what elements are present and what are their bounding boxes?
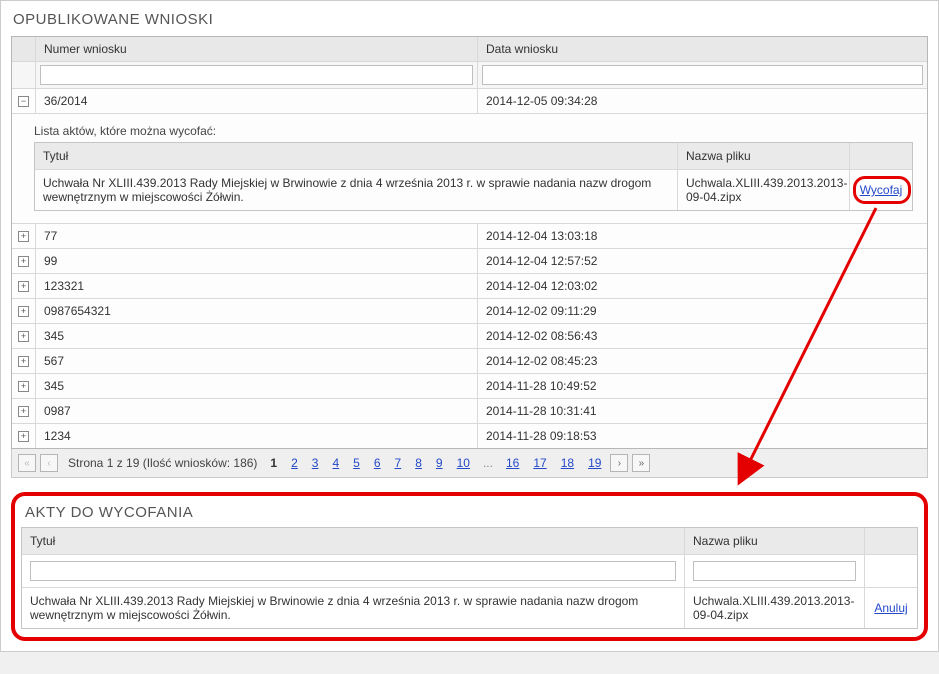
filter-expand-spacer [12,62,36,88]
detail-cell-tytul: Uchwała Nr XLIII.439.2013 Rady Miejskiej… [35,170,678,210]
detail-data-row: Uchwała Nr XLIII.439.2013 Rady Miejskiej… [35,170,912,210]
detail-header-row: Tytuł Nazwa pliku [35,143,912,170]
collapse-icon[interactable]: − [18,96,29,107]
withdraw-header-action [865,528,917,554]
published-filter-row [12,62,927,89]
cell-date: 2014-12-04 12:03:02 [478,274,927,298]
pager-page[interactable]: 8 [410,456,427,470]
pager-page[interactable]: 10 [452,456,475,470]
expand-icon[interactable]: + [18,431,29,442]
cell-num: 0987654321 [36,299,478,323]
table-row[interactable]: − 36/2014 2014-12-05 09:34:28 [12,89,927,114]
anuluj-link[interactable]: Anuluj [874,601,907,615]
pager-page[interactable]: 9 [431,456,448,470]
expand-icon[interactable]: + [18,381,29,392]
withdraw-header-tytul[interactable]: Tytuł [22,528,685,554]
withdraw-filter-row [22,555,917,588]
table-row[interactable]: + 1234 2014-11-28 09:18:53 [12,424,927,448]
table-row[interactable]: + 567 2014-12-02 08:45:23 [12,349,927,374]
pager-status: Strona 1 z 19 (Ilość wniosków: 186) [68,456,257,470]
col-header-date[interactable]: Data wniosku [478,37,927,61]
expand-icon[interactable]: + [18,406,29,417]
table-row[interactable]: + 123321 2014-12-04 12:03:02 [12,274,927,299]
expand-icon[interactable]: + [18,231,29,242]
pager-page[interactable]: 3 [307,456,324,470]
pager-page[interactable]: 18 [556,456,579,470]
cell-num: 99 [36,249,478,273]
filter-num-input[interactable] [40,65,473,85]
table-row[interactable]: + 345 2014-12-02 08:56:43 [12,324,927,349]
detail-header-tytul[interactable]: Tytuł [35,143,678,169]
cell-num: 1234 [36,424,478,448]
withdraw-header-plik[interactable]: Nazwa pliku [685,528,865,554]
detail-cell-plik: Uchwala.XLIII.439.2013.2013-09-04.zipx [678,170,850,210]
cell-num: 123321 [36,274,478,298]
pager-page[interactable]: 16 [501,456,524,470]
withdraw-title: AKTY DO WYCOFANIA [21,500,918,527]
cell-date: 2014-11-28 09:18:53 [478,424,927,448]
col-header-expand [12,37,36,61]
detail-header-action [850,143,912,169]
withdraw-data-row: Uchwała Nr XLIII.439.2013 Rady Miejskiej… [22,588,917,628]
pager-page[interactable]: 7 [390,456,407,470]
withdraw-cell-tytul: Uchwała Nr XLIII.439.2013 Rady Miejskiej… [22,588,685,628]
wycofaj-link[interactable]: Wycofaj [860,183,903,197]
cell-num: 345 [36,324,478,348]
cell-date: 2014-11-28 10:49:52 [478,374,927,398]
expand-icon[interactable]: + [18,306,29,317]
cell-date: 2014-12-02 08:45:23 [478,349,927,373]
pager-ellipsis: ... [479,456,497,470]
published-title: OPUBLIKOWANE WNIOSKI [11,1,928,36]
pager-page[interactable]: 2 [286,456,303,470]
filter-date-input[interactable] [482,65,923,85]
expand-icon[interactable]: + [18,356,29,367]
cell-num: 77 [36,224,478,248]
pager-page[interactable]: 1 [265,456,282,470]
pager-prev-button[interactable]: ‹ [40,454,58,472]
expand-icon[interactable]: + [18,281,29,292]
detail-caption: Lista aktów, które można wycofać: [34,124,913,138]
withdraw-cell-plik: Uchwala.XLIII.439.2013.2013-09-04.zipx [685,588,865,628]
withdraw-filter-plik[interactable] [693,561,856,581]
pager-page[interactable]: 6 [369,456,386,470]
withdraw-panel: AKTY DO WYCOFANIA Tytuł Nazwa pliku Uchw… [11,492,928,641]
cell-date: 2014-11-28 10:31:41 [478,399,927,423]
pager: « ‹ Strona 1 z 19 (Ilość wniosków: 186) … [11,449,928,478]
pager-page[interactable]: 17 [528,456,551,470]
pager-next-button[interactable]: › [610,454,628,472]
pager-page[interactable]: 4 [327,456,344,470]
detail-grid: Tytuł Nazwa pliku Uchwała Nr XLIII.439.2… [34,142,913,211]
pager-first-button[interactable]: « [18,454,36,472]
withdraw-grid: Tytuł Nazwa pliku Uchwała Nr XLIII.439.2… [21,527,918,629]
detail-header-plik[interactable]: Nazwa pliku [678,143,850,169]
withdraw-filter-tytul[interactable] [30,561,676,581]
withdraw-filter-action-spacer [865,555,917,587]
cell-date: 2014-12-02 09:11:29 [478,299,927,323]
pager-page[interactable]: 5 [348,456,365,470]
table-row[interactable]: + 99 2014-12-04 12:57:52 [12,249,927,274]
cell-num: 345 [36,374,478,398]
published-header-row: Numer wniosku Data wniosku [12,37,927,62]
col-header-num[interactable]: Numer wniosku [36,37,478,61]
cell-date: 2014-12-05 09:34:28 [478,89,927,113]
expand-icon[interactable]: + [18,331,29,342]
expand-icon[interactable]: + [18,256,29,267]
withdraw-header-row: Tytuł Nazwa pliku [22,528,917,555]
cell-date: 2014-12-02 08:56:43 [478,324,927,348]
cell-date: 2014-12-04 12:57:52 [478,249,927,273]
row-detail: Lista aktów, które można wycofać: Tytuł … [12,114,927,224]
table-row[interactable]: + 345 2014-11-28 10:49:52 [12,374,927,399]
cell-num: 0987 [36,399,478,423]
table-row[interactable]: + 0987 2014-11-28 10:31:41 [12,399,927,424]
cell-date: 2014-12-04 13:03:18 [478,224,927,248]
page: OPUBLIKOWANE WNIOSKI Numer wniosku Data … [0,0,939,652]
pager-page[interactable]: 19 [583,456,606,470]
cell-num: 36/2014 [36,89,478,113]
pager-last-button[interactable]: » [632,454,650,472]
published-grid: Numer wniosku Data wniosku − 36/2014 201… [11,36,928,449]
cell-num: 567 [36,349,478,373]
table-row[interactable]: + 0987654321 2014-12-02 09:11:29 [12,299,927,324]
table-row[interactable]: + 77 2014-12-04 13:03:18 [12,224,927,249]
